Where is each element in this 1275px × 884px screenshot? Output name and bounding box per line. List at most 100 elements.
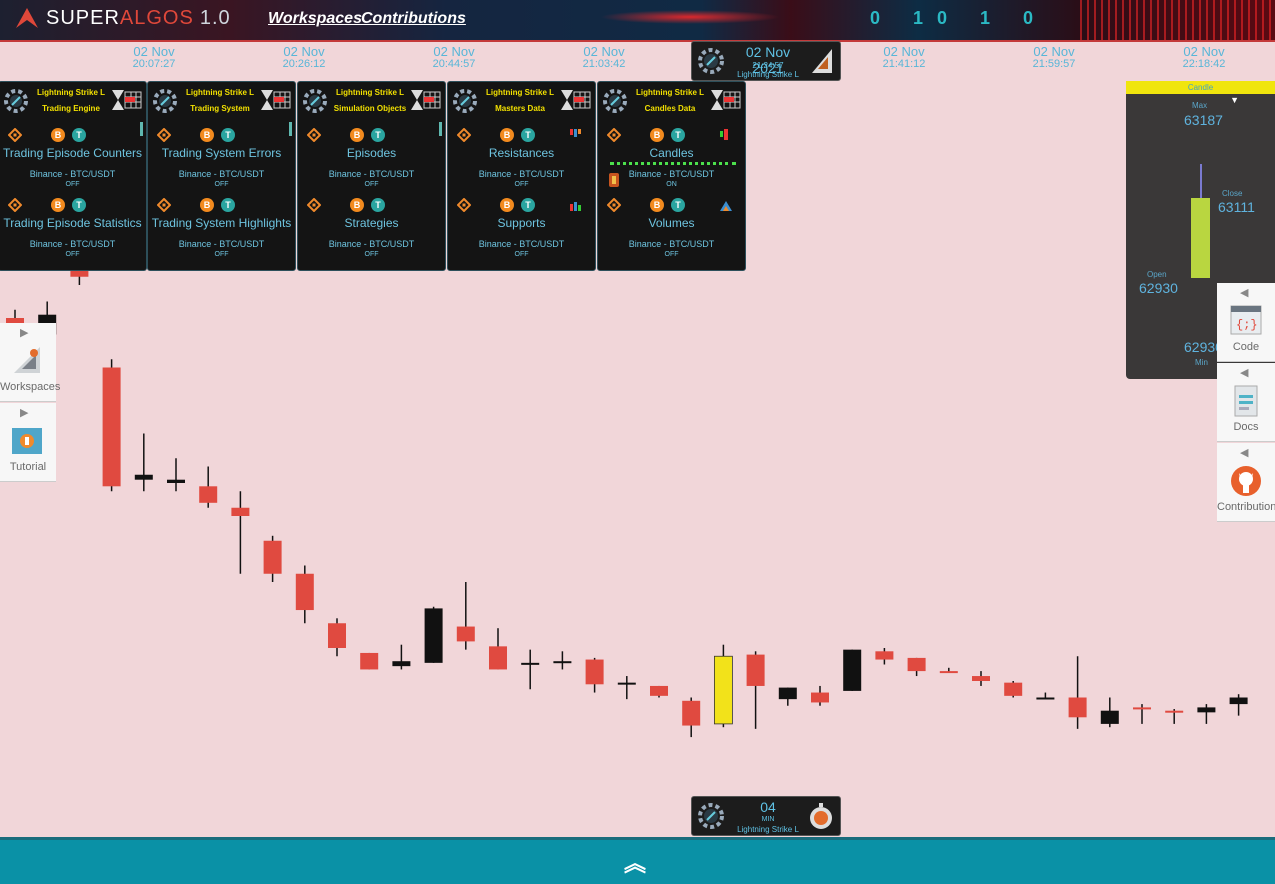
max-value: 63187	[1184, 112, 1223, 128]
layer-status[interactable]: OFF	[448, 181, 595, 188]
panel-scrollbar[interactable]	[140, 122, 143, 252]
candle-body[interactable]	[843, 649, 862, 691]
candle-body[interactable]	[1133, 707, 1151, 710]
layer-name[interactable]: Trading System Highlights	[148, 216, 295, 230]
side-tab-docs[interactable]: ◀ Docs	[1217, 363, 1275, 442]
panel-scrollbar[interactable]	[289, 122, 292, 252]
gear-icon	[698, 803, 724, 829]
candle-body[interactable]	[585, 659, 604, 685]
layers-panel-simulation-objects[interactable]: Lightning Strike L Simulation Objects B …	[297, 81, 446, 271]
time-frame-unit: MIN	[761, 816, 775, 823]
side-tab-label: Workspaces	[0, 381, 61, 393]
stopwatch-icon	[810, 803, 832, 829]
gear-icon[interactable]	[601, 87, 629, 115]
candle-body[interactable]	[102, 367, 121, 487]
layer-status[interactable]: ON	[598, 181, 745, 188]
candle-body[interactable]	[1068, 697, 1087, 718]
candle-body[interactable]	[553, 661, 572, 664]
side-tab-tutorial[interactable]: ▶ Tutorial	[0, 403, 56, 482]
layer-name[interactable]: Supports	[448, 216, 595, 230]
hourglass-icon[interactable]	[560, 89, 592, 111]
candle-body[interactable]	[939, 671, 958, 674]
panel-scrollbar[interactable]	[439, 122, 442, 252]
layer-name[interactable]: Resistances	[448, 146, 595, 160]
side-tab-contributions[interactable]: ◀ Contributions	[1217, 443, 1275, 522]
hourglass-icon[interactable]	[111, 89, 143, 111]
candle-body[interactable]	[167, 479, 185, 483]
layer-status[interactable]: OFF	[0, 181, 146, 188]
hourglass-icon[interactable]	[410, 89, 442, 111]
side-tab-label: Tutorial	[9, 461, 47, 473]
chevron-up-icon[interactable]: ︽	[624, 846, 646, 878]
gear-icon[interactable]	[151, 87, 179, 115]
side-tab-code[interactable]: ◀ {;} Code	[1217, 283, 1275, 362]
layers-panel-candles-data[interactable]: Lightning Strike L Candles Data B T Cand…	[597, 81, 746, 271]
min-label: Min	[1195, 358, 1208, 367]
candle-body[interactable]	[1197, 707, 1216, 713]
side-tab-workspaces[interactable]: ▶ Workspaces	[0, 323, 61, 402]
candle-body[interactable]	[1100, 710, 1119, 724]
layers-panel-masters-data[interactable]: Lightning Strike L Masters Data B T Resi…	[447, 81, 596, 271]
btc-icon: B	[500, 198, 514, 212]
candle-body[interactable]	[295, 573, 314, 611]
usdt-icon: T	[521, 128, 535, 142]
layer-market: Binance - BTC/USDT	[29, 169, 116, 179]
candle-body[interactable]	[456, 626, 475, 642]
candle-body[interactable]	[1165, 710, 1184, 713]
candle-body[interactable]	[811, 692, 829, 703]
candle-body[interactable]	[617, 682, 636, 685]
layer-name[interactable]: Candles	[598, 146, 745, 160]
candle-body[interactable]	[1004, 682, 1023, 696]
layers-panel-trading-system[interactable]: Lightning Strike L Trading System B T Tr…	[147, 81, 296, 271]
triangle-down-icon[interactable]: ▼	[1230, 95, 1239, 105]
layer-name[interactable]: Episodes	[298, 146, 445, 160]
gear-icon[interactable]	[2, 87, 30, 115]
bnb-icon	[457, 128, 471, 142]
candle-body[interactable]	[714, 655, 733, 725]
candle-body[interactable]	[424, 608, 443, 663]
candle-body[interactable]	[907, 657, 926, 672]
layer-status[interactable]: OFF	[148, 181, 295, 188]
candles-icon	[720, 129, 728, 140]
layer-status[interactable]: OFF	[148, 251, 295, 258]
hourglass-icon[interactable]	[710, 89, 742, 111]
layer-name[interactable]: Strategies	[298, 216, 445, 230]
time-frame-box[interactable]: 04 MIN Lightning Strike L	[691, 796, 841, 836]
candle-body[interactable]	[682, 700, 701, 726]
candle-body[interactable]	[231, 507, 250, 516]
layer-name[interactable]: Trading System Errors	[148, 146, 295, 160]
layer-status[interactable]: OFF	[298, 251, 445, 258]
open-label: Open	[1147, 270, 1167, 279]
layer-status[interactable]: OFF	[448, 251, 595, 258]
bnb-icon	[307, 198, 321, 212]
hourglass-icon[interactable]	[260, 89, 292, 111]
gear-icon[interactable]	[301, 87, 329, 115]
candle-body[interactable]	[650, 685, 668, 696]
candle-body[interactable]	[360, 652, 379, 670]
candle-body[interactable]	[263, 540, 282, 574]
gear-icon[interactable]	[451, 87, 479, 115]
candle-body[interactable]	[1229, 697, 1248, 705]
candle-body[interactable]	[134, 474, 153, 480]
layers-panel-trading-engine[interactable]: Lightning Strike L Trading Engine B T Tr…	[0, 81, 147, 271]
candle-body[interactable]	[875, 651, 894, 660]
candle-body[interactable]	[972, 676, 990, 681]
layer-status[interactable]: OFF	[0, 251, 146, 258]
candle-info-header: Candle	[1126, 81, 1275, 94]
candle-body[interactable]	[521, 662, 540, 665]
candle-body[interactable]	[778, 687, 797, 700]
layer-status[interactable]: OFF	[598, 251, 745, 258]
layer-status[interactable]: OFF	[298, 181, 445, 188]
candle-body[interactable]	[392, 661, 411, 667]
candle-body[interactable]	[328, 623, 346, 648]
time-cursor[interactable]: 02 Nov 2021 21:24:57 Lightning Strike L	[691, 41, 841, 81]
layer-name[interactable]: Trading Episode Statistics	[0, 216, 146, 230]
layer-name[interactable]: Volumes	[598, 216, 745, 230]
panel-bot-name: Lightning Strike L	[186, 88, 254, 97]
candle-body[interactable]	[489, 646, 507, 670]
layer-name[interactable]: Trading Episode Counters	[0, 146, 146, 160]
candle-body[interactable]	[1036, 697, 1055, 700]
candle-body[interactable]	[746, 654, 765, 686]
candle-body[interactable]	[199, 486, 218, 503]
side-tab-label: Contributions	[1217, 501, 1275, 513]
